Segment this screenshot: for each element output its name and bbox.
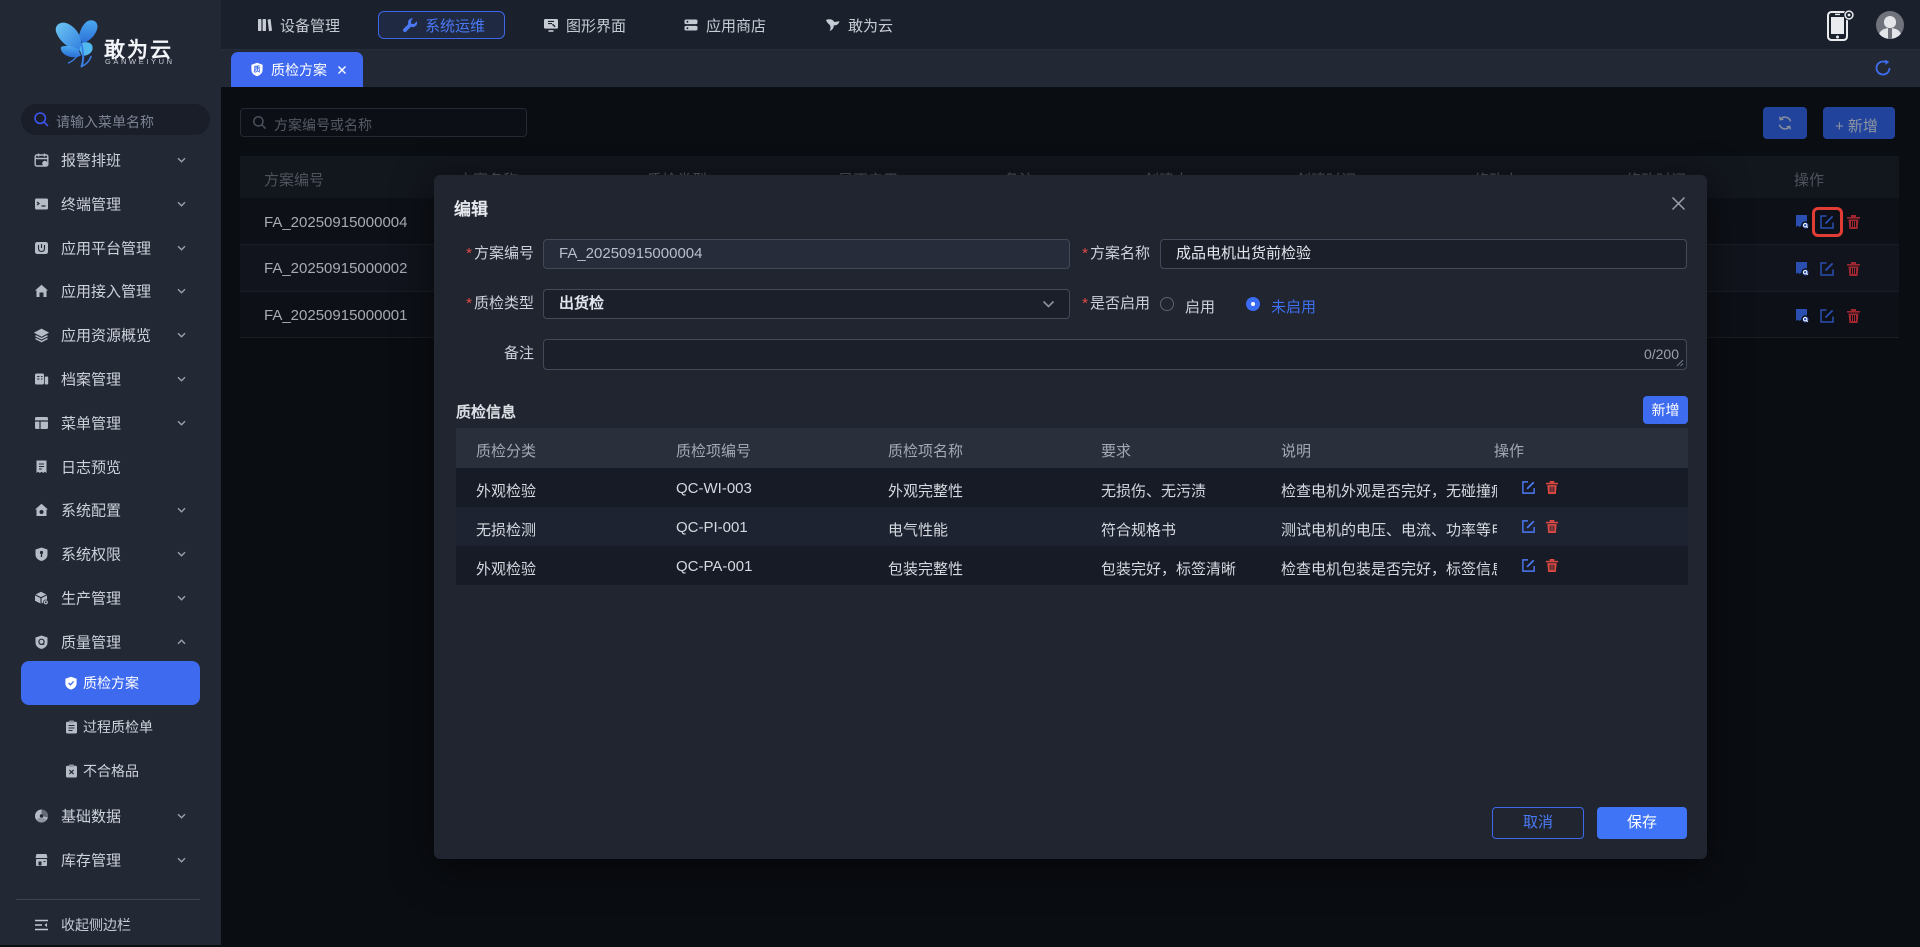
svg-text:质: 质 bbox=[254, 65, 261, 74]
